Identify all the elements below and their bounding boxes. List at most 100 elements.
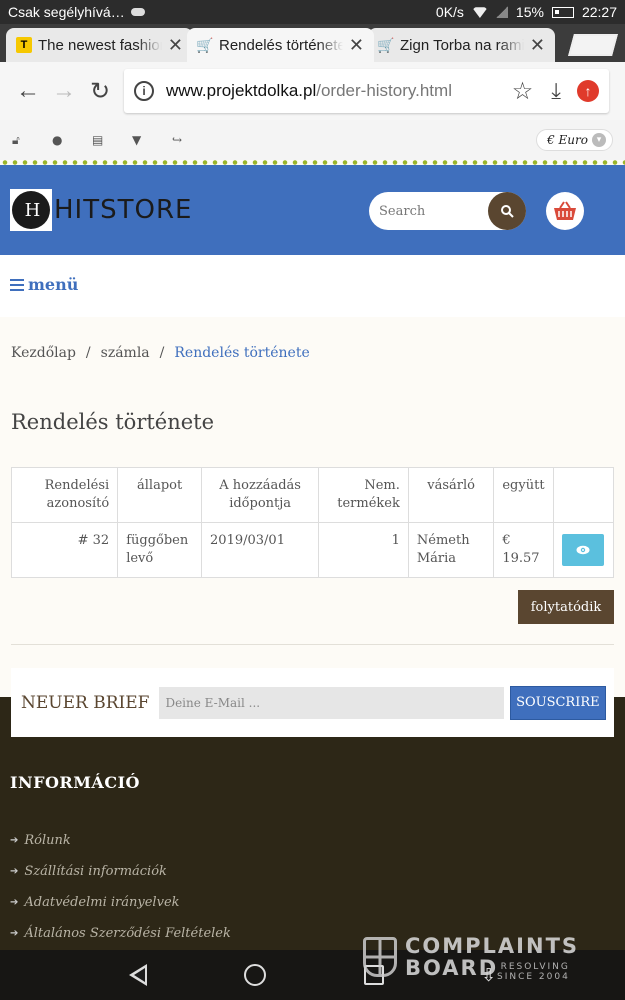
close-tab-icon[interactable]: ✕	[530, 35, 545, 56]
site-logo[interactable]: H HITSTORE	[10, 189, 192, 231]
order-status-cell: függőben levő	[117, 522, 203, 578]
currency-value: € Euro	[547, 133, 588, 147]
close-tab-icon[interactable]: ✕	[349, 35, 364, 56]
order-customer-cell: Németh Mária	[407, 522, 495, 578]
footer-link-about[interactable]: ➔ Rólunk	[10, 833, 71, 848]
reload-icon[interactable]: ↻	[82, 73, 118, 109]
chevron-right-icon: ➔	[10, 866, 19, 877]
address-bar[interactable]: i www.projektdolka.pl/order-history.html…	[124, 69, 609, 113]
logo-mark: H	[10, 189, 52, 231]
list-icon[interactable]: ▤	[92, 133, 132, 147]
watermark-sub2: SINCE 2004	[497, 972, 570, 982]
column-header-order-id: Rendelési azonosító	[10, 467, 119, 523]
url-path: /order-history.html	[316, 81, 452, 100]
browser-toolbar: ← → ↻ i www.projektdolka.pl/order-histor…	[0, 62, 625, 120]
bookmark-star-icon[interactable]: ☆	[512, 77, 534, 106]
column-header-total: együtt	[493, 467, 554, 523]
footer-link-shipping[interactable]: ➔ Szállítási információk	[10, 864, 167, 879]
footer-info-title: INFORMÁCIÓ	[10, 773, 140, 792]
footer-link-privacy[interactable]: ➔ Adatvédelmi irányelvek	[10, 895, 180, 910]
battery-icon	[551, 6, 574, 18]
order-action-cell	[552, 522, 615, 578]
carrier-label: Csak segélyhívá…	[8, 4, 125, 20]
column-header-date: A hozzáadás időpontja	[201, 467, 320, 523]
view-order-button[interactable]	[562, 534, 605, 566]
browser-tab-fashion[interactable]: T The newest fashion ✕	[6, 28, 193, 62]
column-header-status: állapot	[117, 467, 203, 523]
search-button[interactable]	[488, 192, 526, 230]
newsletter-email-input[interactable]	[159, 686, 504, 719]
menu-bar: menü	[0, 255, 625, 317]
logo-text: HITSTORE	[54, 195, 193, 225]
search-box	[369, 192, 526, 230]
update-arrow-icon[interactable]: ↑	[577, 80, 599, 102]
table-header-row: Rendelési azonosító állapot A hozzáadás …	[10, 467, 615, 523]
order-total-cell: € 19.57	[493, 522, 554, 578]
order-id-cell: # 32	[10, 522, 119, 578]
column-header-items: Nem. termékek	[318, 467, 409, 523]
browser-tab-strip: T The newest fashion ✕ 🛒 Rendelés történ…	[0, 24, 625, 62]
cart-icon: 🛒	[196, 36, 214, 53]
back-arrow-icon[interactable]: ←	[10, 73, 46, 109]
complaints-board-watermark: COMPLAINTS BOARD RESOLVING SINCE 2004	[363, 934, 580, 982]
forward-arrow-icon[interactable]: →	[46, 73, 82, 109]
order-items-cell: 1	[318, 522, 409, 578]
newsletter-box: NEUER BRIEF SOUSCRIRE	[11, 668, 614, 737]
download-icon[interactable]: ⤓	[551, 78, 561, 104]
cart-icon[interactable]: ▼	[132, 133, 172, 147]
divider	[11, 644, 614, 645]
chevron-right-icon: ➔	[10, 897, 19, 908]
footer-link-terms[interactable]: ➔ Általános Szerződési Feltételek	[10, 926, 231, 941]
watermark-sub1: RESOLVING	[500, 962, 570, 972]
wifi-icon	[471, 7, 488, 18]
tab-title: Zign Torba na ramię	[400, 36, 524, 54]
column-header-customer: vásárló	[407, 467, 495, 523]
site-header: H HITSTORE	[0, 165, 625, 255]
info-icon[interactable]: i	[134, 81, 154, 101]
watermark-line1: COMPLAINTS	[405, 934, 580, 958]
breadcrumb-separator: /	[159, 345, 165, 361]
browser-tab-zign[interactable]: 🛒 Zign Torba na ramię ✕	[368, 28, 555, 62]
chevron-right-icon: ➔	[10, 928, 19, 939]
back-triangle-icon[interactable]	[128, 964, 147, 986]
order-date-cell: 2019/03/01	[201, 522, 320, 578]
order-history-table: Rendelési azonosító állapot A hozzáadás …	[10, 467, 615, 578]
hamburger-icon	[10, 278, 24, 291]
newsletter-label: NEUER BRIEF	[21, 692, 150, 713]
column-header-actions	[552, 467, 615, 523]
breadcrumb-home[interactable]: Kezdőlap	[11, 345, 76, 361]
clock: 22:27	[581, 4, 617, 20]
search-input[interactable]	[369, 203, 479, 219]
breadcrumb-account[interactable]: számla	[101, 345, 150, 361]
chevron-right-icon: ➔	[10, 835, 19, 846]
network-speed: 0K/s	[435, 4, 464, 20]
new-tab-button[interactable]	[568, 34, 618, 56]
user-icon[interactable]: ●	[52, 133, 92, 147]
subscribe-button[interactable]: SOUSCRIRE	[509, 685, 606, 720]
cart-button[interactable]	[546, 192, 584, 230]
tab-title: The newest fashion	[38, 36, 162, 54]
home-circle-icon[interactable]	[244, 964, 267, 986]
url-host: www.projektdolka.pl	[166, 81, 317, 100]
shield-icon	[363, 937, 397, 977]
cloud-icon	[130, 8, 145, 16]
share-icon[interactable]: ↪	[172, 133, 212, 147]
breadcrumb: Kezdőlap / számla / Rendelés története	[11, 345, 310, 361]
unlock-icon[interactable]: 🔓︎	[12, 133, 52, 148]
menu-toggle-button[interactable]: menü	[10, 275, 78, 294]
signal-icon	[495, 6, 508, 18]
table-row: # 32 függőben levő 2019/03/01 1 Németh M…	[10, 522, 615, 578]
eye-icon	[576, 545, 590, 555]
system-status-bar: Csak segélyhívá… 0K/s 15% 22:27	[0, 0, 625, 24]
tab-favicon-t: T	[16, 37, 32, 53]
continue-button[interactable]: folytatódik	[518, 590, 614, 624]
page-title: Rendelés története	[11, 410, 215, 434]
close-tab-icon[interactable]: ✕	[168, 35, 183, 56]
search-icon	[501, 205, 514, 218]
battery-percent: 15%	[515, 4, 544, 20]
basket-icon	[554, 201, 576, 220]
breadcrumb-current[interactable]: Rendelés története	[174, 345, 309, 361]
site-utility-bar: 🔓︎ ● ▤ ▼ ↪ € Euro ▾	[0, 120, 625, 160]
currency-select[interactable]: € Euro ▾	[536, 129, 613, 151]
browser-tab-order-history[interactable]: 🛒 Rendelés története ✕	[187, 28, 374, 62]
